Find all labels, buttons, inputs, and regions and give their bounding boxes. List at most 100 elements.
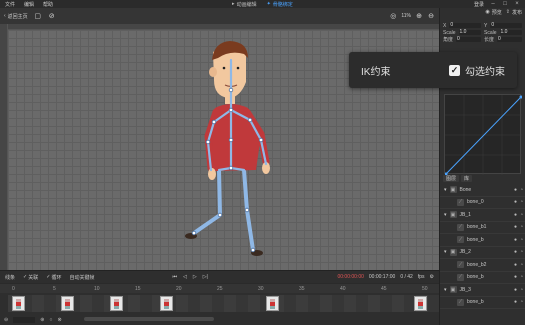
keyframe-thumbnail[interactable] — [61, 296, 75, 311]
visibility-icon[interactable]: ● — [514, 237, 517, 243]
timeline-scrollbar[interactable] — [84, 317, 214, 321]
preview-button[interactable]: ◉ 预览 — [485, 9, 501, 16]
layer-item[interactable]: ▾ ▣ Bone ● ◔ — [440, 184, 526, 197]
prop-scalex-field[interactable]: 1.0 — [458, 30, 481, 35]
ruler-tick-label: 50 — [422, 286, 428, 292]
keyframe-thumbnail[interactable] — [110, 296, 124, 311]
lock-icon[interactable]: ◔ — [520, 287, 523, 293]
left-leg[interactable] — [192, 168, 223, 235]
keyframe-thumbnail[interactable] — [12, 296, 25, 311]
bone-icon: ⟋ — [457, 198, 464, 206]
menu-edit[interactable]: 编辑 — [24, 1, 34, 8]
visibility-icon[interactable]: ● — [514, 299, 517, 305]
frame-input[interactable] — [13, 316, 36, 323]
ruler-tick-label: 45 — [381, 286, 387, 292]
layer-item[interactable]: ▾ ▣ JB_2 ● ◔ — [440, 247, 526, 259]
visibility-icon[interactable]: ● — [514, 274, 517, 280]
visibility-icon[interactable]: ● — [514, 249, 517, 255]
prop-y-field[interactable]: 0 — [490, 23, 522, 28]
lock-icon[interactable]: ◔ — [520, 224, 523, 230]
keyframe-thumbnail[interactable] — [266, 296, 280, 311]
record-icon[interactable]: ○ — [49, 317, 52, 323]
mode-animation[interactable]: ▸ 动画编辑 — [232, 1, 257, 8]
chevron-down-icon[interactable]: ▾ — [444, 249, 447, 255]
tab-layers[interactable]: 图层 — [443, 175, 460, 182]
layer-item[interactable]: ⟋ bone_b ● ◔ — [440, 234, 526, 247]
lock-icon[interactable]: ◔ — [520, 249, 523, 255]
keyframe-track[interactable] — [8, 295, 439, 312]
login-link[interactable]: 登录 — [474, 1, 484, 8]
visibility-icon[interactable]: ● — [514, 224, 517, 230]
prop-length-field[interactable]: 0 — [497, 37, 522, 42]
visibility-icon[interactable]: ● — [514, 212, 517, 218]
properties: X0 Y0 Scale 1.0 Scale 1.0 角度 0 长度 0 — [440, 22, 525, 43]
time-display: 00:00:00:00 00:00:17:00 0 / 42 fps ⚙ — [337, 274, 434, 280]
lock-icon[interactable]: ◔ — [520, 274, 523, 280]
prop-scaley-field[interactable]: 1.0 — [499, 30, 522, 35]
easing-curve-editor[interactable] — [444, 94, 523, 176]
layer-item[interactable]: ▾ ▣ JB_3 ● ◔ — [440, 284, 526, 297]
chevron-down-icon[interactable]: ▾ — [444, 287, 447, 293]
visibility-icon[interactable]: ● — [514, 262, 517, 268]
layer-item[interactable]: ⟋ bone_0 ● ◔ — [440, 197, 526, 209]
zoom-out-timeline-icon[interactable]: ⊖ — [4, 317, 8, 323]
lock-icon[interactable]: ◔ — [520, 299, 523, 305]
minimize-icon[interactable]: – — [490, 1, 496, 7]
layer-name: bone_b — [467, 236, 484, 243]
prev-frame-icon[interactable]: ◁ — [183, 274, 187, 280]
close-icon[interactable]: × — [514, 1, 520, 7]
visibility-icon[interactable]: ● — [514, 287, 517, 293]
chevron-down-icon[interactable]: ▾ — [444, 212, 447, 218]
zoom-in-icon[interactable]: ⊕ — [415, 12, 423, 20]
panel-header: ◉ 预览 ⇪ 发布 — [440, 8, 525, 16]
visibility-icon[interactable]: ● — [514, 199, 517, 205]
delete-icon[interactable]: ⊗ — [57, 317, 61, 323]
lock-icon[interactable]: ◔ — [520, 187, 523, 193]
layer-item[interactable]: ⟋ bone_b ● ◔ — [440, 272, 526, 284]
ruler-tick-label: 25 — [217, 286, 223, 292]
option-line[interactable]: 线条 — [5, 274, 15, 281]
option-loop[interactable]: ✓ 循环 — [46, 274, 61, 281]
chevron-down-icon[interactable]: ▾ — [444, 187, 447, 193]
option-autokey[interactable]: 自动关键帧 — [69, 274, 94, 281]
link-icon[interactable]: ⊘ — [48, 12, 56, 20]
keyframe-thumbnail[interactable] — [413, 296, 427, 311]
checkmark-icon[interactable]: ✓ — [449, 64, 460, 76]
prop-x-field[interactable]: 0 — [449, 23, 481, 28]
frame-counter[interactable]: 0 / 42 — [400, 274, 413, 280]
lock-icon[interactable]: ◔ — [520, 212, 523, 218]
constraint-checkbox[interactable]: ✓ 勾选约束 — [449, 63, 505, 78]
settings-icon[interactable]: ⚙ — [430, 274, 434, 280]
menu-file[interactable]: 文件 — [5, 1, 15, 8]
prop-angle-field[interactable]: 0 — [456, 37, 481, 42]
folder-icon: ▣ — [449, 186, 457, 194]
layer-item[interactable]: ⟋ bone_b1 ● ◔ — [440, 222, 526, 234]
keyframe-thumbnail[interactable] — [159, 296, 173, 311]
back-home-button[interactable]: ‹ 返回主页 — [4, 13, 28, 20]
zoom-value: 11% — [401, 13, 411, 19]
next-frame-icon[interactable]: ▷| — [203, 274, 208, 280]
lock-icon[interactable]: ◔ — [520, 262, 523, 268]
lock-icon[interactable]: ◔ — [520, 199, 523, 205]
play-button-icon[interactable]: ▷ — [193, 274, 197, 280]
menu-help[interactable]: 帮助 — [43, 1, 53, 8]
export-icon: ⇪ — [505, 8, 510, 15]
publish-button[interactable]: ⇪ 发布 — [506, 9, 522, 16]
layer-item[interactable]: ⟋ bone_b ● ◔ — [440, 297, 526, 309]
tab-library[interactable]: 库 — [461, 175, 473, 182]
frame-icon[interactable]: ▢ — [34, 12, 42, 20]
timeline-ruler[interactable]: 0 5 10 15 20 25 30 35 40 45 50 — [0, 283, 439, 293]
visibility-icon[interactable]: ● — [514, 187, 517, 193]
mode-bone-binding[interactable]: ✦ 骨骼绑定 — [267, 1, 293, 8]
character-thumb — [16, 298, 21, 309]
ruler-tick-label: 20 — [176, 286, 182, 292]
zoom-out-icon[interactable]: ⊖ — [427, 12, 435, 20]
first-frame-icon[interactable]: ⏮ — [172, 274, 177, 280]
lock-icon[interactable]: ◔ — [520, 237, 523, 243]
option-link[interactable]: ✓ 关联 — [23, 274, 38, 281]
layer-item[interactable]: ⟋ bone_b2 ● ◔ — [440, 259, 526, 272]
maximize-icon[interactable]: □ — [502, 1, 508, 7]
add-icon[interactable]: ⊕ — [40, 317, 44, 323]
zoom-fit-icon[interactable]: ◎ — [389, 12, 397, 20]
layer-item[interactable]: ▾ ▣ JB_1 ● ◔ — [440, 209, 526, 222]
